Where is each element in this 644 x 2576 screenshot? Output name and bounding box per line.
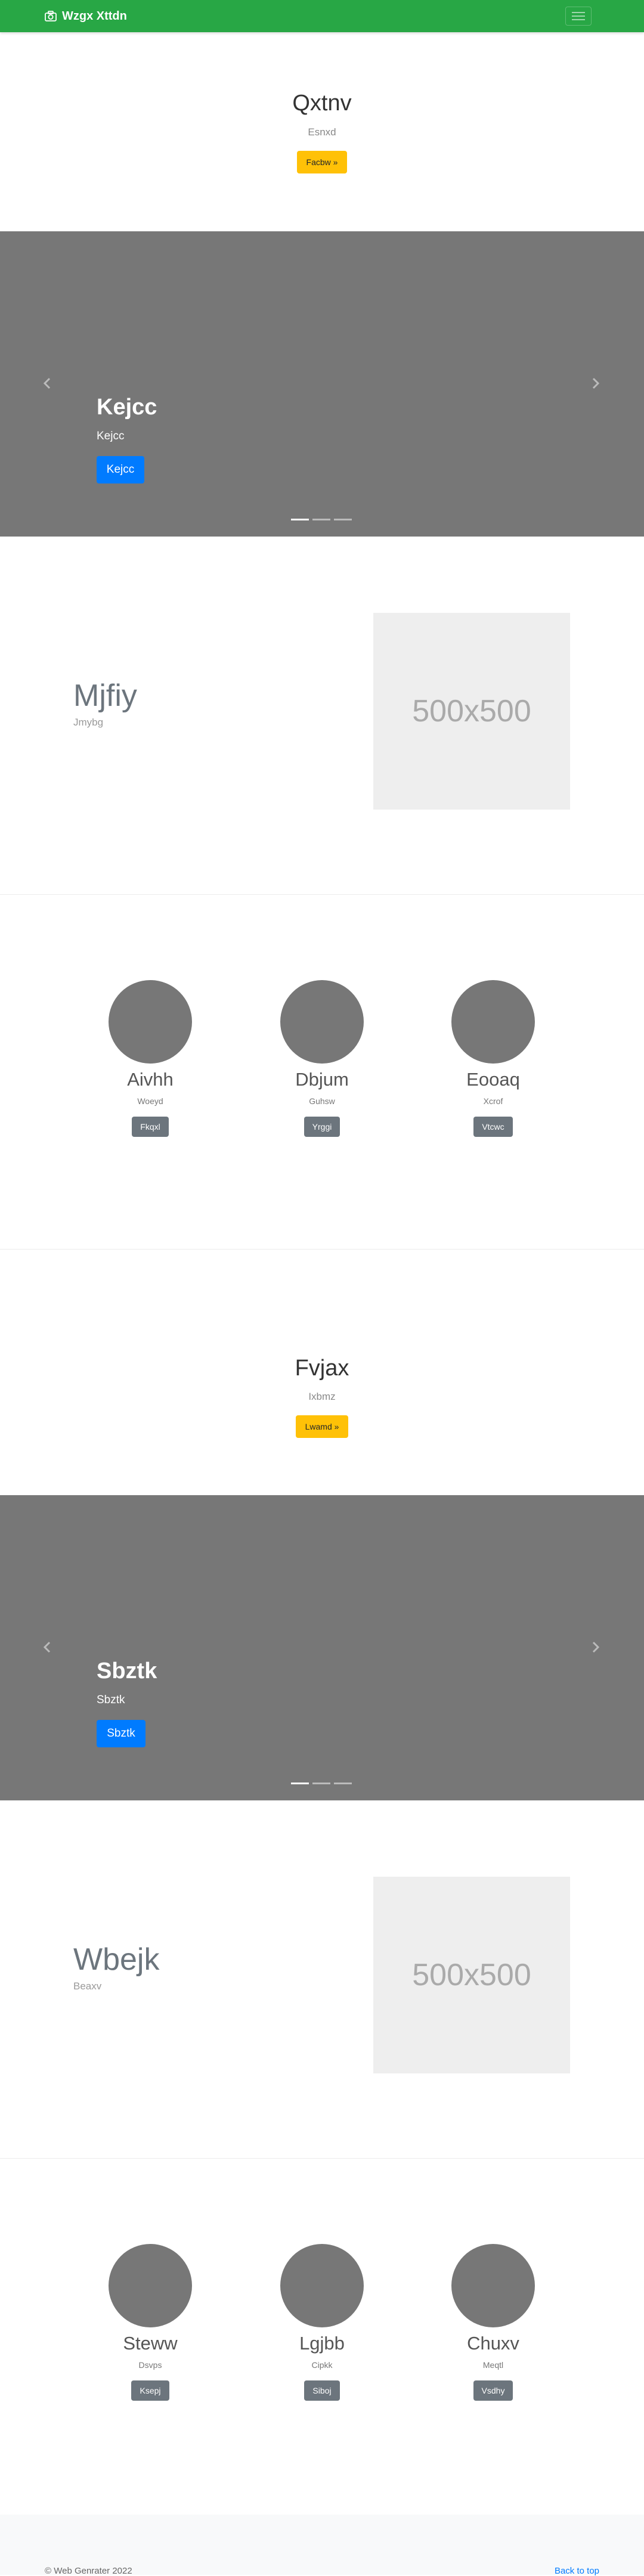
team-card: Eooaq Xcrof Vtcwc — [434, 980, 553, 1137]
navbar-brand[interactable]: Wzgx Xttdn — [45, 0, 127, 32]
carousel-caption-button[interactable]: Kejcc — [97, 456, 144, 483]
carousel-prev-icon[interactable] — [41, 376, 55, 390]
carousel-indicators — [291, 1783, 353, 1785]
feature-image-placeholder: 500x500 — [373, 613, 570, 810]
navbar: Wzgx Xttdn — [0, 0, 644, 32]
team-member-name: Chuxv — [467, 2333, 519, 2354]
footer-copyright: © Web Genrater 2022 — [45, 2566, 132, 2576]
carousel-indicator[interactable] — [291, 519, 309, 520]
team-section: Steww Dsvps Ksepj Lgjbb Cipkk Siboj Chux… — [0, 2159, 644, 2514]
avatar — [109, 980, 192, 1064]
carousel-caption-title: Kejcc — [97, 395, 157, 420]
team-member-role: Cipkk — [311, 2360, 333, 2370]
team-member-button[interactable]: Ksepj — [131, 2380, 169, 2401]
carousel: Sbztk Sbztk Sbztk — [0, 1495, 644, 1800]
carousel-indicators — [291, 519, 353, 521]
team-card: Chuxv Meqtl Vsdhy — [434, 2244, 553, 2401]
team-card: Steww Dsvps Ksepj — [91, 2244, 210, 2401]
feature-title: Mjfiy — [73, 678, 137, 713]
brand-text: Wzgx Xttdn — [62, 9, 127, 23]
team-member-role: Xcrof — [483, 1096, 503, 1106]
team-member-name: Dbjum — [295, 1069, 349, 1090]
carousel-next-icon[interactable] — [588, 1640, 602, 1654]
team-member-button[interactable]: Fkqxl — [132, 1117, 169, 1137]
carousel-caption-button[interactable]: Sbztk — [97, 1720, 145, 1747]
hero-title: Fvjax — [295, 1356, 349, 1381]
team-card: Dbjum Guhsw Yrggi — [262, 980, 382, 1137]
team-card: Lgjbb Cipkk Siboj — [262, 2244, 382, 2401]
carousel-indicator[interactable] — [312, 1783, 330, 1784]
hero-title: Qxtnv — [292, 91, 352, 116]
carousel: Kejcc Kejcc Kejcc — [0, 231, 644, 537]
footer: © Web Genrater 2022 Back to top — [0, 2515, 644, 2576]
carousel-prev-icon[interactable] — [41, 1640, 55, 1654]
carousel-indicator[interactable] — [291, 1783, 309, 1784]
carousel-next-icon[interactable] — [588, 376, 602, 390]
hero-subtitle: Ixbmz — [308, 1391, 336, 1402]
navbar-toggler[interactable] — [565, 7, 592, 26]
avatar — [280, 980, 364, 1064]
feature-subtitle: Beaxv — [73, 1980, 102, 1992]
carousel-indicator[interactable] — [312, 519, 330, 520]
hero-subtitle: Esnxd — [308, 126, 336, 138]
team-member-button[interactable]: Vtcwc — [473, 1117, 513, 1137]
feature-section: Mjfiy Jmybg 500x500 — [0, 537, 644, 894]
team-member-role: Dsvps — [138, 2360, 162, 2370]
hero-section: Fvjax Ixbmz Lwamd » — [0, 1250, 644, 1495]
carousel-caption-subtitle: Kejcc — [97, 430, 125, 442]
team-member-name: Eooaq — [466, 1069, 520, 1090]
hamburger-icon — [572, 12, 585, 20]
hero-section: Qxtnv Esnxd Facbw » — [0, 32, 644, 231]
team-member-role: Woeyd — [137, 1096, 163, 1106]
team-member-name: Lgjbb — [299, 2333, 345, 2354]
feature-section: Wbejk Beaxv 500x500 — [0, 1800, 644, 2158]
team-member-role: Meqtl — [482, 2360, 504, 2370]
avatar — [109, 2244, 192, 2327]
team-member-name: Aivhh — [127, 1069, 174, 1090]
feature-image-placeholder: 500x500 — [373, 1877, 570, 2073]
team-member-name: Steww — [123, 2333, 178, 2354]
avatar — [451, 2244, 535, 2327]
carousel-indicator[interactable] — [334, 519, 352, 520]
avatar — [451, 980, 535, 1064]
feature-subtitle: Jmybg — [73, 717, 104, 728]
hero-cta-button[interactable]: Facbw » — [297, 151, 347, 173]
team-section: Aivhh Woeyd Fkqxl Dbjum Guhsw Yrggi Eooa… — [0, 895, 644, 1249]
avatar — [280, 2244, 364, 2327]
team-member-button[interactable]: Vsdhy — [473, 2380, 513, 2401]
carousel-caption-title: Sbztk — [97, 1659, 157, 1684]
back-to-top-link[interactable]: Back to top — [555, 2566, 599, 2576]
carousel-caption-subtitle: Sbztk — [97, 1694, 125, 1706]
carousel-indicator[interactable] — [334, 1783, 352, 1784]
team-member-button[interactable]: Siboj — [304, 2380, 340, 2401]
team-member-button[interactable]: Yrggi — [304, 1117, 340, 1137]
feature-title: Wbejk — [73, 1942, 160, 1977]
team-member-role: Guhsw — [309, 1096, 335, 1106]
hero-cta-button[interactable]: Lwamd » — [296, 1415, 348, 1438]
team-card: Aivhh Woeyd Fkqxl — [91, 980, 210, 1137]
camera-icon — [45, 11, 57, 21]
